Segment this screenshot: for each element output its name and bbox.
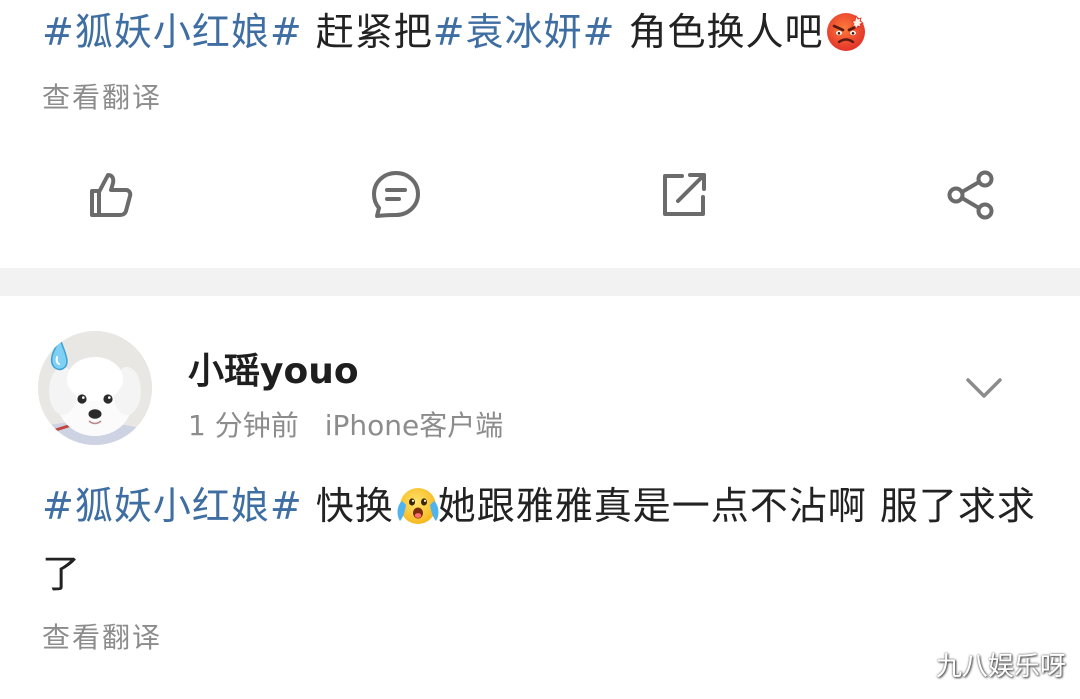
angry-face-emoji-icon — [825, 11, 867, 53]
username[interactable]: 小瑶youo — [188, 342, 359, 394]
post-2-content: #狐妖小红娘# 快换 她跟雅雅真是一点不沾啊 服了求求了 — [42, 472, 1042, 608]
view-translation-link[interactable]: 查看翻译 — [42, 76, 162, 116]
comment-button[interactable] — [366, 165, 426, 225]
chevron-down-icon — [966, 378, 1002, 398]
weibo-feed: #狐妖小红娘# 赶紧把#袁冰妍# 角色换人吧 查看翻译 小瑶youo 1 分钟前… — [0, 0, 1080, 699]
crying-laughing-emoji-icon — [395, 480, 439, 524]
share-icon — [947, 170, 994, 220]
view-translation-link[interactable]: 查看翻译 — [42, 616, 162, 656]
topic-link[interactable]: #袁冰妍# — [433, 10, 616, 54]
post-meta: 1 分钟前 iPhone客户端 — [188, 404, 503, 444]
repost-button[interactable] — [654, 165, 714, 225]
section-divider — [0, 268, 1080, 296]
post-1-content: #狐妖小红娘# 赶紧把#袁冰妍# 角色换人吧 — [42, 4, 868, 60]
post-text: 赶紧把 — [302, 10, 433, 54]
repost-icon — [663, 173, 706, 216]
post-source: iPhone客户端 — [324, 409, 504, 442]
like-button[interactable] — [80, 165, 140, 225]
avatar[interactable] — [38, 331, 152, 445]
share-button[interactable] — [940, 165, 1000, 225]
action-bar — [0, 160, 1080, 230]
comment-icon — [372, 171, 420, 218]
more-options-button[interactable] — [962, 370, 1006, 406]
topic-link[interactable]: #狐妖小红娘# — [42, 484, 303, 528]
post-time: 1 分钟前 — [188, 409, 299, 442]
post-text: 角色换人吧 — [615, 10, 824, 54]
post-text: 快换 — [302, 484, 394, 528]
watermark: 九八娱乐呀 — [935, 652, 1066, 682]
topic-link[interactable]: #狐妖小红娘# — [42, 10, 303, 54]
thumbs-up-icon — [90, 173, 133, 217]
